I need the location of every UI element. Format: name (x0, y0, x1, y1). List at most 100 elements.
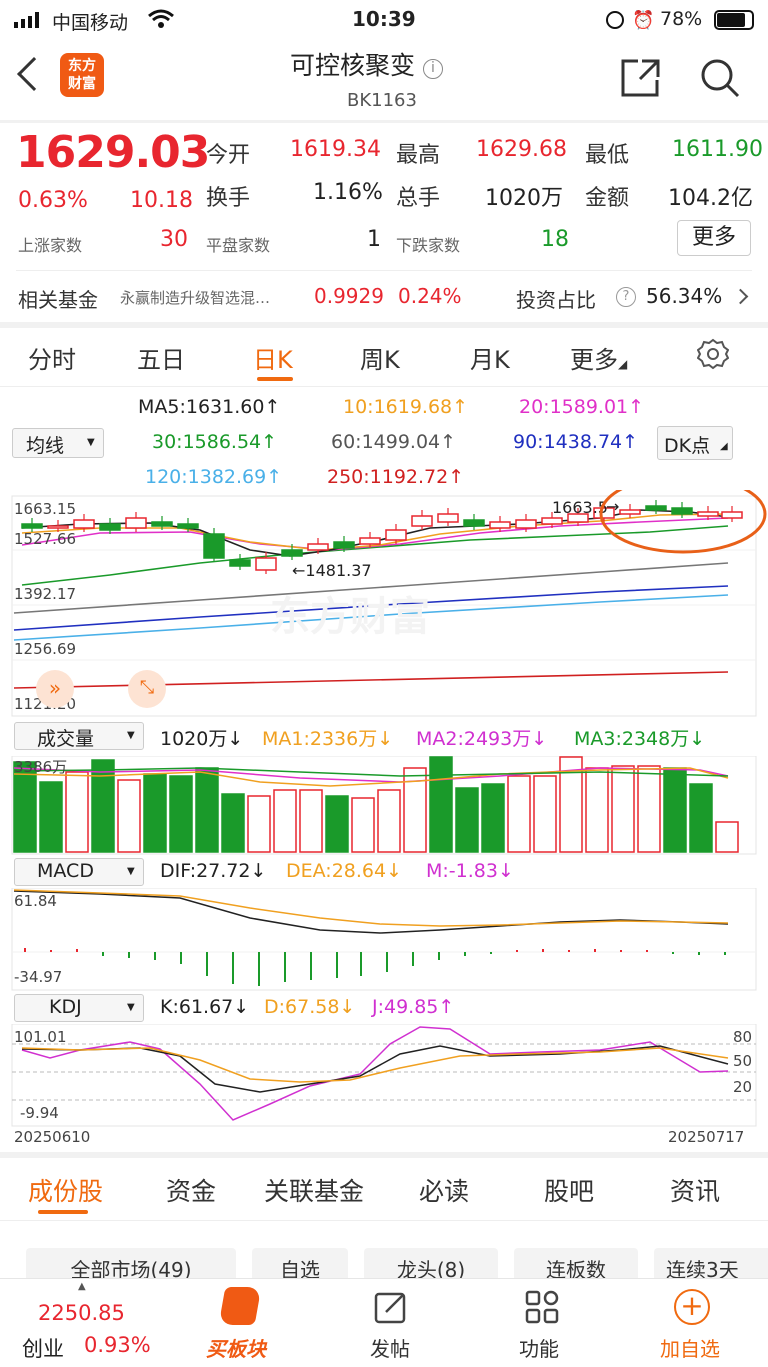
carrier: 中国移动 (52, 12, 129, 34)
share-icon[interactable] (620, 58, 662, 98)
tab-minute[interactable]: 分时 (28, 340, 76, 375)
macd-bar (102, 952, 104, 956)
candle (99, 523, 121, 531)
macd-bar (672, 952, 674, 954)
settings-gear-icon[interactable] (697, 338, 729, 370)
dropdown-arrow-icon: ▼ (127, 866, 135, 877)
macd-bar (310, 952, 312, 980)
tab-more[interactable]: 更多◢ (570, 340, 627, 375)
macd-chart[interactable] (0, 888, 768, 992)
candle (489, 521, 511, 529)
battery-icon (714, 10, 754, 30)
open-value: 1619.34 (290, 137, 381, 162)
volume-bar (507, 775, 531, 853)
volume-bar (663, 767, 687, 853)
plus-circle-icon: + (674, 1289, 710, 1325)
dk-point-button[interactable]: DK点 ◢ (657, 426, 733, 460)
volume-bar (195, 767, 219, 853)
flat-count-label: 平盘家数 (206, 236, 271, 255)
index-up-arrow-icon: ▲ (78, 1281, 86, 1292)
candle (203, 533, 225, 559)
buy-board-icon (218, 1287, 262, 1325)
kline-y-label-4: 1256.69 (14, 640, 77, 658)
tab-5day[interactable]: 五日 (137, 340, 185, 375)
amount-value: 104.2亿 (668, 186, 753, 211)
candle (721, 511, 743, 519)
tab-must-read[interactable]: 必读 (419, 1172, 469, 1208)
change-pct: 0.63% (18, 188, 88, 213)
ma250-value: 250:1192.72↑ (327, 466, 465, 488)
volume-bar (533, 775, 557, 853)
candle (437, 513, 459, 523)
macd-bar (232, 952, 234, 984)
volume-selector[interactable]: 成交量 ▼ (14, 722, 144, 750)
ratio-value: 56.34% (646, 284, 723, 308)
kdj-chart[interactable] (0, 1024, 768, 1128)
macd-selector[interactable]: MACD ▼ (14, 858, 144, 886)
page-title: 可控核聚变 i (290, 46, 443, 82)
fund-pct: 0.24% (398, 284, 462, 308)
kline-chart[interactable]: ←1481.37 1663.5 → 东方财富 (0, 490, 768, 718)
corner-down-icon: ◢ (618, 357, 628, 371)
candle (281, 549, 303, 557)
candle (645, 505, 667, 511)
volume-bar (715, 821, 739, 853)
volume-bar (481, 783, 505, 853)
back-icon[interactable] (17, 57, 51, 91)
volume-chart[interactable] (0, 756, 768, 856)
amount-label: 金额 (585, 186, 630, 211)
macd-m: M:-1.83↓ (426, 860, 514, 882)
tab-funds-flow[interactable]: 资金 (166, 1172, 216, 1208)
ma-selector[interactable]: 均线 ▼ (12, 428, 104, 458)
macd-bar (336, 952, 338, 978)
volume-ma1: MA1:2336万↓ (262, 728, 394, 750)
post-button[interactable]: 发帖 (362, 1283, 422, 1363)
tab-forum[interactable]: 股吧 (544, 1172, 594, 1208)
macd-dif: DIF:27.72↓ (160, 860, 267, 882)
expand-icon[interactable]: ⤡ (128, 670, 166, 708)
wifi-icon (148, 9, 174, 28)
dropdown-arrow-icon: ▼ (127, 1002, 135, 1013)
macd-bar (284, 952, 286, 982)
add-watchlist-button[interactable]: + 加自选 (654, 1283, 734, 1363)
last-price: 1629.03 (16, 127, 210, 178)
index-pct[interactable]: 0.93% (84, 1333, 151, 1357)
kdj-y-min: -9.94 (20, 1104, 59, 1122)
tab-daily[interactable]: 日K (253, 340, 293, 375)
clock: 10:39 (352, 7, 416, 31)
macd-bar (24, 948, 26, 952)
info-icon[interactable]: i (422, 59, 443, 79)
related-fund-row[interactable]: 相关基金 永赢制造升级智选混… 0.9929 0.24% 投资占比 ? 56.3… (0, 272, 768, 320)
kdj-d: D:67.58↓ (264, 996, 356, 1018)
candle (151, 521, 173, 527)
volume-label: 总手 (396, 186, 441, 211)
ma120-value: 120:1382.69↑ (145, 466, 283, 488)
candle (515, 519, 537, 529)
status-bar: 中国移动 10:39 ⏰ 78% (0, 0, 768, 40)
tab-weekly[interactable]: 周K (360, 340, 400, 375)
double-arrow-icon[interactable]: » (36, 670, 74, 708)
kline-y-label-3: 1392.17 (14, 585, 77, 603)
kdj-selector[interactable]: KDJ ▼ (14, 994, 144, 1022)
buy-board-button[interactable]: 买板块 (196, 1283, 286, 1363)
candle (21, 523, 43, 529)
battery-pct: 78% (660, 8, 703, 30)
tab-news[interactable]: 资讯 (670, 1172, 720, 1208)
volume-current: 1020万↓ (160, 728, 244, 750)
search-icon[interactable] (698, 56, 742, 100)
more-button[interactable]: 更多 (677, 220, 751, 256)
tab-constituents[interactable]: 成份股 (28, 1172, 103, 1208)
index-name[interactable]: 创业 (22, 1333, 64, 1363)
help-icon[interactable]: ? (616, 287, 636, 307)
functions-button[interactable]: 功能 (512, 1283, 572, 1363)
bottom-tabs: 成份股 资金 关联基金 必读 股吧 资讯 (0, 1158, 768, 1220)
candle (255, 557, 277, 571)
macd-bar (154, 952, 156, 960)
index-value[interactable]: 2250.85 (38, 1301, 125, 1325)
tab-monthly[interactable]: 月K (470, 340, 510, 375)
tab-linked-funds[interactable]: 关联基金 (264, 1172, 364, 1208)
ma60-value: 60:1499.04↑ (331, 431, 457, 453)
volume-bar (455, 787, 479, 853)
volume-bar (169, 775, 193, 853)
tab-active-indicator (257, 377, 293, 381)
